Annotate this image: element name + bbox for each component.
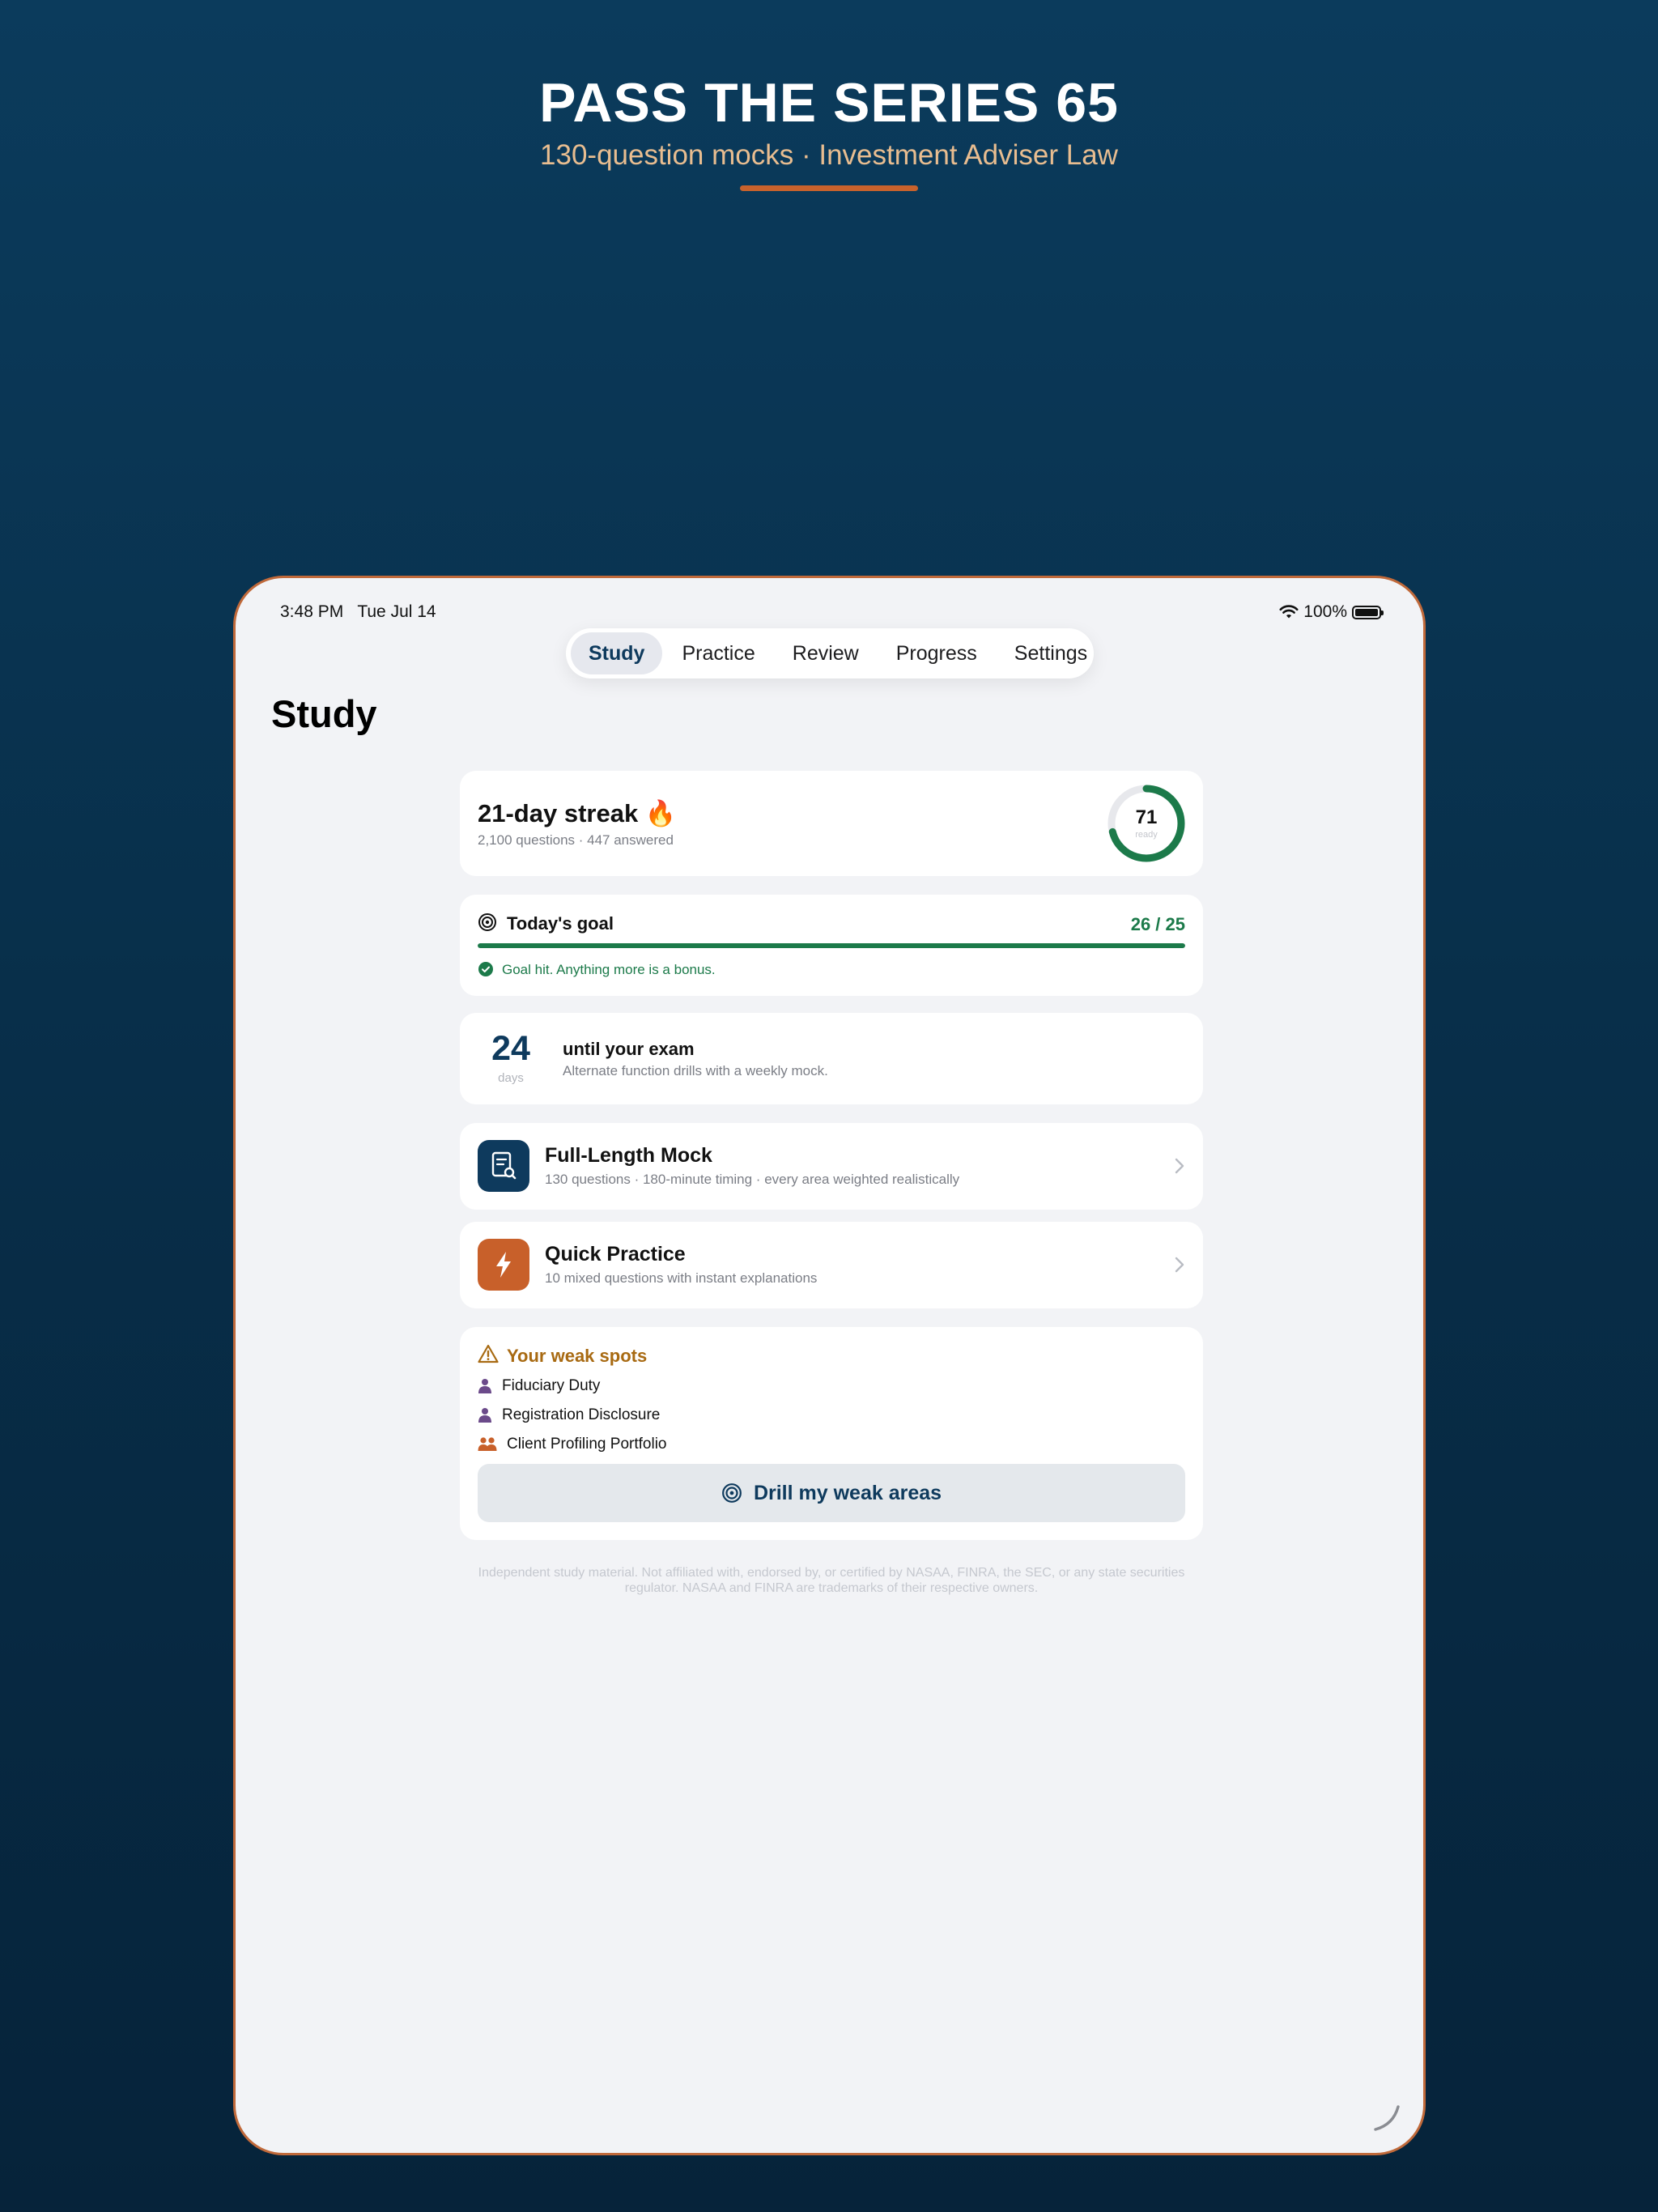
chevron-right-icon	[1175, 1257, 1184, 1273]
person-icon	[478, 1379, 491, 1393]
readiness-value: 71	[1135, 806, 1158, 828]
goal-card: Today's goal 26 / 25 Goal hit. Anything …	[460, 895, 1203, 996]
streak-card: 21-day streak 🔥 2,100 questions · 447 an…	[460, 771, 1203, 876]
target-icon	[478, 913, 496, 931]
weak-spots-card: Your weak spots Fiduciary Duty Registrat…	[460, 1327, 1203, 1540]
exam-title: until your exam	[563, 1039, 695, 1059]
status-indicators: 100%	[1279, 602, 1384, 622]
goal-count: 26 / 25	[1130, 914, 1185, 934]
quick-title: Quick Practice	[545, 1243, 686, 1266]
drill-weak-areas-button[interactable]: Drill my weak areas	[478, 1464, 1185, 1522]
checkmark-circle-icon	[478, 962, 493, 976]
tab-study[interactable]: Study	[571, 632, 663, 674]
weak-spots-title: Your weak spots	[507, 1346, 648, 1366]
tab-progress[interactable]: Progress	[878, 632, 995, 674]
mock-tile	[478, 1140, 529, 1192]
streak-title: 21-day streak 🔥	[478, 799, 677, 827]
chevron-right-icon	[1175, 1158, 1184, 1174]
people-icon	[478, 1437, 497, 1451]
exam-days-count: 24	[491, 1029, 530, 1068]
mock-subtitle: 130 questions · 180-minute timing · ever…	[545, 1172, 960, 1187]
quick-tile	[478, 1239, 529, 1291]
tab-settings[interactable]: Settings	[997, 632, 1105, 674]
resize-corner-icon	[1374, 2105, 1400, 2131]
weak-spot-item[interactable]: Fiduciary Duty	[478, 1377, 600, 1395]
battery-icon	[1352, 605, 1384, 619]
weak-spot-label: Registration Disclosure	[502, 1406, 661, 1423]
disclaimer: Independent study material. Not affiliat…	[478, 1566, 1185, 1595]
target-icon	[722, 1483, 742, 1503]
lightning-icon	[496, 1252, 511, 1278]
tablet-frame: 3:48 PM Tue Jul 14 100% Study Practice R…	[233, 576, 1426, 2155]
page-title: Study	[271, 692, 377, 735]
weak-spot-label: Client Profiling Portfolio	[507, 1436, 667, 1453]
mock-title: Full-Length Mock	[545, 1144, 712, 1167]
wifi-icon	[1279, 605, 1299, 619]
exam-countdown-card: 24 days until your exam Alternate functi…	[460, 1013, 1203, 1104]
goal-title: Today's goal	[507, 913, 614, 934]
status-time: 3:48 PM Tue Jul 14	[280, 602, 436, 621]
drill-button-label: Drill my weak areas	[753, 1481, 942, 1504]
tab-practice[interactable]: Practice	[664, 632, 772, 674]
streak-subtitle: 2,100 questions · 447 answered	[478, 832, 674, 848]
warning-triangle-icon	[478, 1344, 499, 1363]
goal-progress-bar	[478, 943, 1185, 948]
exam-days-unit: days	[498, 1071, 524, 1085]
tab-review[interactable]: Review	[775, 632, 877, 674]
battery-percent: 100%	[1303, 602, 1347, 621]
exam-subtitle: Alternate function drills with a weekly …	[563, 1063, 828, 1078]
promo-subtitle: 130-question mocks · Investment Adviser …	[540, 139, 1118, 171]
quick-subtitle: 10 mixed questions with instant explanat…	[545, 1270, 818, 1286]
tab-bar: Study Practice Review Progress Settings	[566, 628, 1094, 678]
weak-spot-label: Fiduciary Duty	[502, 1377, 601, 1394]
goal-progress-fill	[478, 943, 1185, 948]
quick-practice-row[interactable]: Quick Practice 10 mixed questions with i…	[460, 1222, 1203, 1308]
promo-divider	[740, 185, 918, 191]
person-icon	[478, 1408, 491, 1423]
weak-spot-item[interactable]: Client Profiling Portfolio	[478, 1436, 666, 1453]
weak-spot-item[interactable]: Registration Disclosure	[478, 1406, 660, 1424]
full-length-mock-row[interactable]: Full-Length Mock 130 questions · 180-min…	[460, 1123, 1203, 1210]
goal-note: Goal hit. Anything more is a bonus.	[502, 962, 716, 977]
promo-title: PASS THE SERIES 65	[539, 72, 1119, 134]
readiness-label: ready	[1135, 830, 1158, 840]
exam-document-icon	[491, 1151, 517, 1180]
